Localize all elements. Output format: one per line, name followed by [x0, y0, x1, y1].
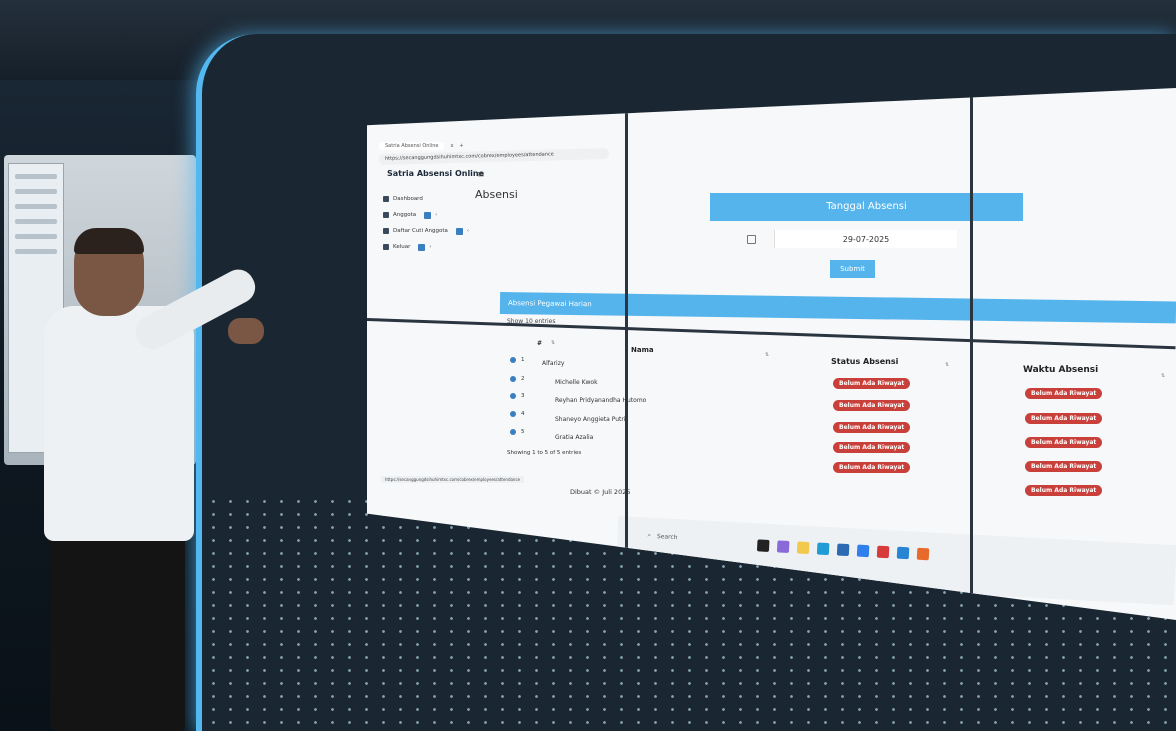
status-bar-url: https://secanggungdsihuhimtxc.com/cobrex…	[381, 476, 525, 483]
badge-icon	[455, 227, 463, 235]
status-badge: Belum Ada Riwayat	[833, 442, 911, 453]
page-title: Absensi	[475, 188, 518, 201]
sort-icon[interactable]: ⇅	[945, 362, 949, 368]
sidebar-nav: Dashboard Anggota ‹ Daftar Cuti Anggota …	[383, 191, 478, 255]
row-number: 4	[521, 411, 525, 417]
browser-tab[interactable]: Satria Absensi Online	[379, 142, 445, 150]
powerpoint-icon[interactable]	[916, 547, 930, 561]
table-info: Showing 1 to 5 of 5 entries	[507, 450, 582, 456]
outlook-icon[interactable]	[896, 546, 910, 560]
sidebar-item-keluar[interactable]: Keluar ‹	[383, 239, 478, 255]
submit-button[interactable]: Submit	[830, 260, 875, 278]
sidebar-item-label: Daftar Cuti Anggota	[393, 228, 448, 234]
screen-bezel	[625, 88, 628, 620]
expand-icon[interactable]	[510, 376, 516, 382]
row-name: Reyhan Pridyanandha Hutomo	[555, 397, 647, 404]
status-badge: Belum Ada Riwayat	[833, 462, 911, 473]
taskbar-icons	[756, 539, 930, 561]
presenter-legs	[50, 528, 185, 731]
table-row[interactable]: 4	[510, 411, 525, 417]
new-tab-icon[interactable]: +	[459, 143, 463, 149]
folder-icon[interactable]	[796, 541, 810, 555]
screen-bezel	[367, 318, 1176, 350]
table-row[interactable]: 5	[510, 429, 525, 435]
row-number: 5	[521, 429, 525, 435]
screen-bezel	[970, 88, 973, 620]
brand[interactable]: Satria Absensi Online	[383, 168, 484, 179]
row-name: Gratia Azalia	[555, 434, 594, 441]
row-number: 1	[521, 357, 525, 363]
expand-icon[interactable]	[510, 357, 516, 363]
time-badge: Belum Ada Riwayat	[1025, 461, 1103, 472]
mail-icon[interactable]	[876, 545, 890, 559]
presenter-hand	[228, 318, 264, 344]
expand-icon[interactable]	[510, 411, 516, 417]
sort-icon[interactable]: ⇅	[765, 352, 769, 358]
table-row[interactable]: 3	[510, 393, 525, 399]
copilot-icon[interactable]	[776, 540, 790, 554]
hamburger-icon[interactable]: ≡	[477, 170, 485, 180]
row-name: Shaneyo Anggieta Putri	[555, 416, 626, 423]
sidebar-item-daftar-cuti[interactable]: Daftar Cuti Anggota ‹	[383, 223, 478, 239]
time-badge: Belum Ada Riwayat	[1025, 413, 1103, 424]
dashboard-icon	[383, 196, 389, 202]
attendance-table-header: Absensi Pegawai Harian	[499, 292, 1176, 324]
taskbar-search-label: Search	[656, 532, 678, 541]
taskbar-search[interactable]: ⌕ Search	[647, 532, 677, 542]
brand-name: Satria Absensi Online	[387, 169, 485, 178]
row-number: 3	[521, 393, 525, 399]
chevron-left-icon: ‹	[466, 228, 469, 234]
time-badge: Belum Ada Riwayat	[1025, 437, 1103, 448]
expand-icon[interactable]	[510, 429, 516, 435]
footer-text: Dibuat © Juli 2025	[570, 488, 631, 496]
date-input[interactable]	[774, 230, 957, 248]
store-icon[interactable]	[836, 543, 850, 557]
sidebar-item-label: Keluar	[393, 244, 411, 250]
calendar-icon	[747, 234, 756, 244]
sidebar-item-label: Anggota	[393, 212, 417, 218]
status-badge: Belum Ada Riwayat	[833, 400, 911, 411]
chevron-left-icon: ‹	[435, 212, 438, 218]
table-row[interactable]: 1	[510, 357, 525, 363]
users-icon	[383, 212, 389, 218]
column-header-no[interactable]: #	[537, 340, 542, 347]
row-name: Alfarizy	[542, 360, 565, 367]
expand-icon[interactable]	[510, 393, 516, 399]
app-icon[interactable]	[856, 544, 870, 558]
sort-icon[interactable]: ⇅	[1161, 373, 1165, 379]
sidebar: Satria Absensi Online Dashboard Anggota …	[383, 168, 484, 488]
row-name: Michelle Kwok	[555, 379, 598, 386]
calendar-icon	[383, 228, 389, 234]
room-background: Satria Absensi Online x + https://secang…	[0, 0, 1176, 731]
search-icon: ⌕	[647, 531, 652, 539]
close-tab-icon[interactable]: x	[450, 143, 453, 149]
row-number: 2	[521, 376, 525, 382]
sort-icon[interactable]: ⇅	[551, 340, 555, 346]
sidebar-item-dashboard[interactable]: Dashboard	[383, 191, 478, 207]
table-row[interactable]: 2	[510, 376, 525, 382]
task-view-icon[interactable]	[756, 539, 770, 552]
presenter	[38, 228, 273, 731]
presenter-hair	[74, 228, 144, 254]
status-badge: Belum Ada Riwayat	[833, 422, 911, 433]
chevron-left-icon: ‹	[429, 244, 432, 250]
badge-icon	[424, 211, 432, 219]
column-header-waktu[interactable]: Waktu Absensi	[1023, 365, 1098, 375]
badge-icon	[418, 243, 426, 251]
time-badge: Belum Ada Riwayat	[1025, 485, 1103, 496]
date-row	[747, 229, 957, 249]
sidebar-item-label: Dashboard	[393, 196, 423, 202]
column-header-nama[interactable]: Nama	[631, 346, 654, 354]
edge-icon[interactable]	[816, 542, 830, 556]
logout-icon	[383, 244, 389, 250]
sidebar-item-anggota[interactable]: Anggota ‹	[383, 207, 478, 223]
date-form-header: Tanggal Absensi	[710, 193, 1023, 221]
time-badge: Belum Ada Riwayat	[1025, 388, 1103, 399]
status-badge: Belum Ada Riwayat	[833, 378, 911, 389]
column-header-status[interactable]: Status Absensi	[831, 357, 898, 366]
